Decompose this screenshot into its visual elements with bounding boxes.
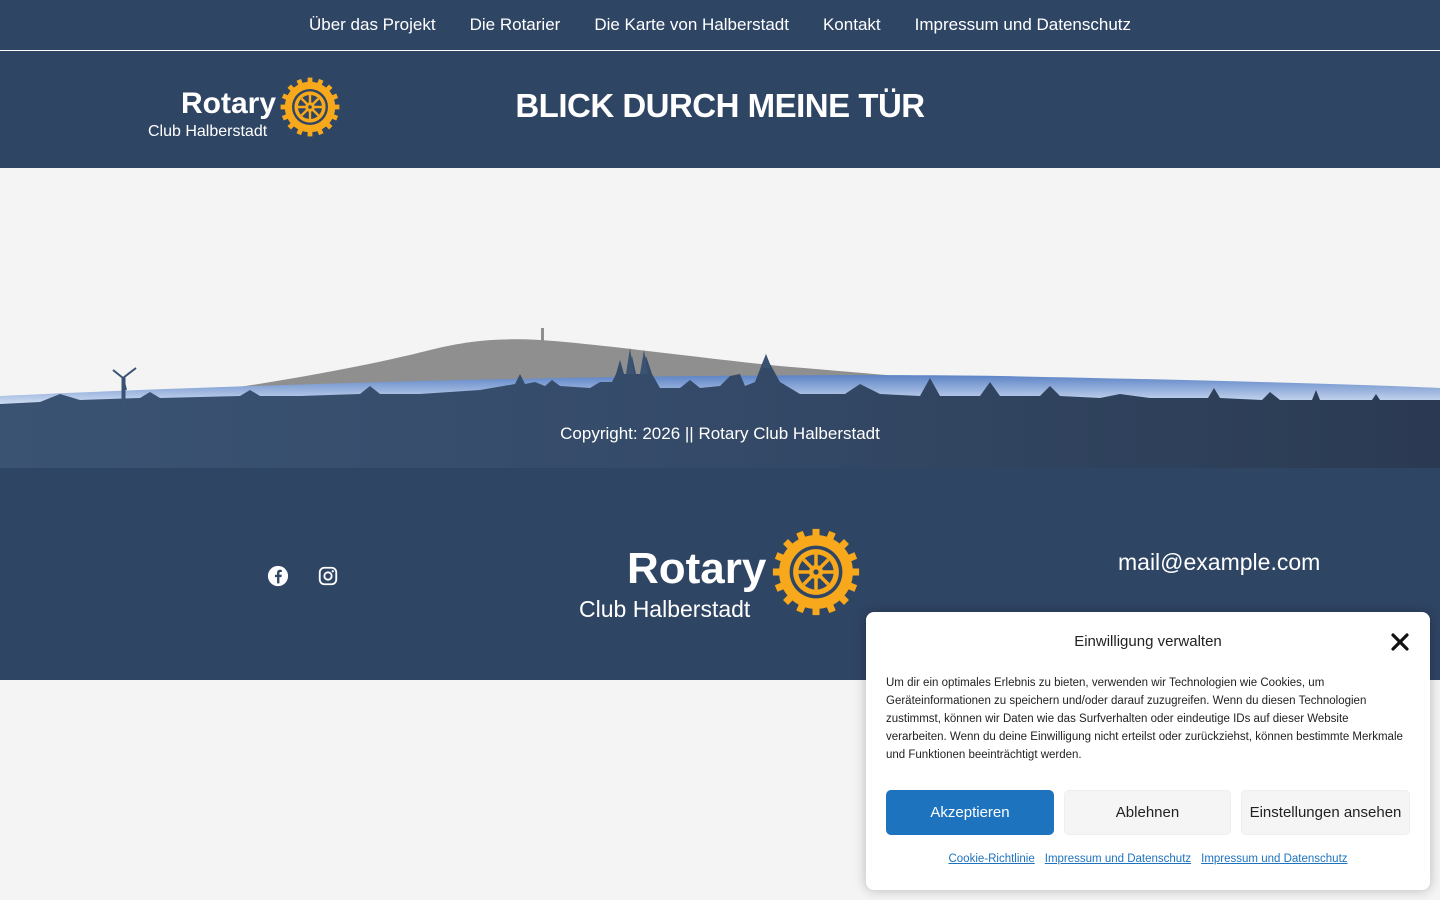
nav-item-projekt[interactable]: Über das Projekt — [309, 15, 436, 35]
rotary-wheel-icon — [772, 528, 860, 616]
page-title: BLICK DURCH MEINE TÜR — [515, 87, 925, 124]
imprint-privacy-link[interactable]: Impressum und Datenschutz — [1045, 853, 1191, 865]
halberstadt-skyline-illustration — [0, 328, 1440, 468]
skyline-section: Copyright: 2026 || Rotary Club Halbersta… — [0, 168, 1440, 468]
instagram-icon[interactable] — [317, 565, 339, 587]
nav-item-impressum[interactable]: Impressum und Datenschutz — [915, 15, 1131, 35]
footer-logo-wordmark: Rotary — [627, 544, 767, 593]
email-link[interactable]: mail@example.com — [1118, 549, 1320, 576]
facebook-icon[interactable] — [267, 565, 289, 587]
consent-links: Cookie-Richtlinie Impressum und Datensch… — [866, 853, 1430, 865]
deny-button[interactable]: Ablehnen — [1064, 790, 1231, 835]
logo-subtitle: Club Halberstadt — [148, 123, 268, 140]
site-header: Rotary Club Halberstadt BLICK DURCH MEIN… — [0, 51, 1440, 168]
main-navigation: Über das Projekt Die Rotarier Die Karte … — [0, 0, 1440, 51]
imprint-privacy-link-2[interactable]: Impressum und Datenschutz — [1201, 853, 1347, 865]
accept-button[interactable]: Akzeptieren — [886, 790, 1054, 835]
consent-title: Einwilligung verwalten — [1074, 633, 1222, 650]
footer-logo-subtitle: Club Halberstadt — [579, 596, 751, 622]
cookie-consent-dialog: Einwilligung verwalten Um dir ein optima… — [866, 612, 1430, 890]
copyright-text: Copyright: 2026 || Rotary Club Halbersta… — [560, 424, 880, 443]
nav-item-karte[interactable]: Die Karte von Halberstadt — [594, 15, 789, 35]
consent-text: Um dir ein optimales Erlebnis zu bieten,… — [886, 677, 1403, 761]
footer-logo[interactable]: Rotary Club Halberstadt — [579, 528, 864, 624]
close-icon[interactable] — [1390, 632, 1410, 652]
cookie-policy-link[interactable]: Cookie-Richtlinie — [948, 853, 1034, 865]
nav-item-rotarier[interactable]: Die Rotarier — [470, 15, 561, 35]
nav-item-kontakt[interactable]: Kontakt — [823, 15, 881, 35]
view-preferences-button[interactable]: Einstellungen ansehen — [1241, 790, 1410, 835]
